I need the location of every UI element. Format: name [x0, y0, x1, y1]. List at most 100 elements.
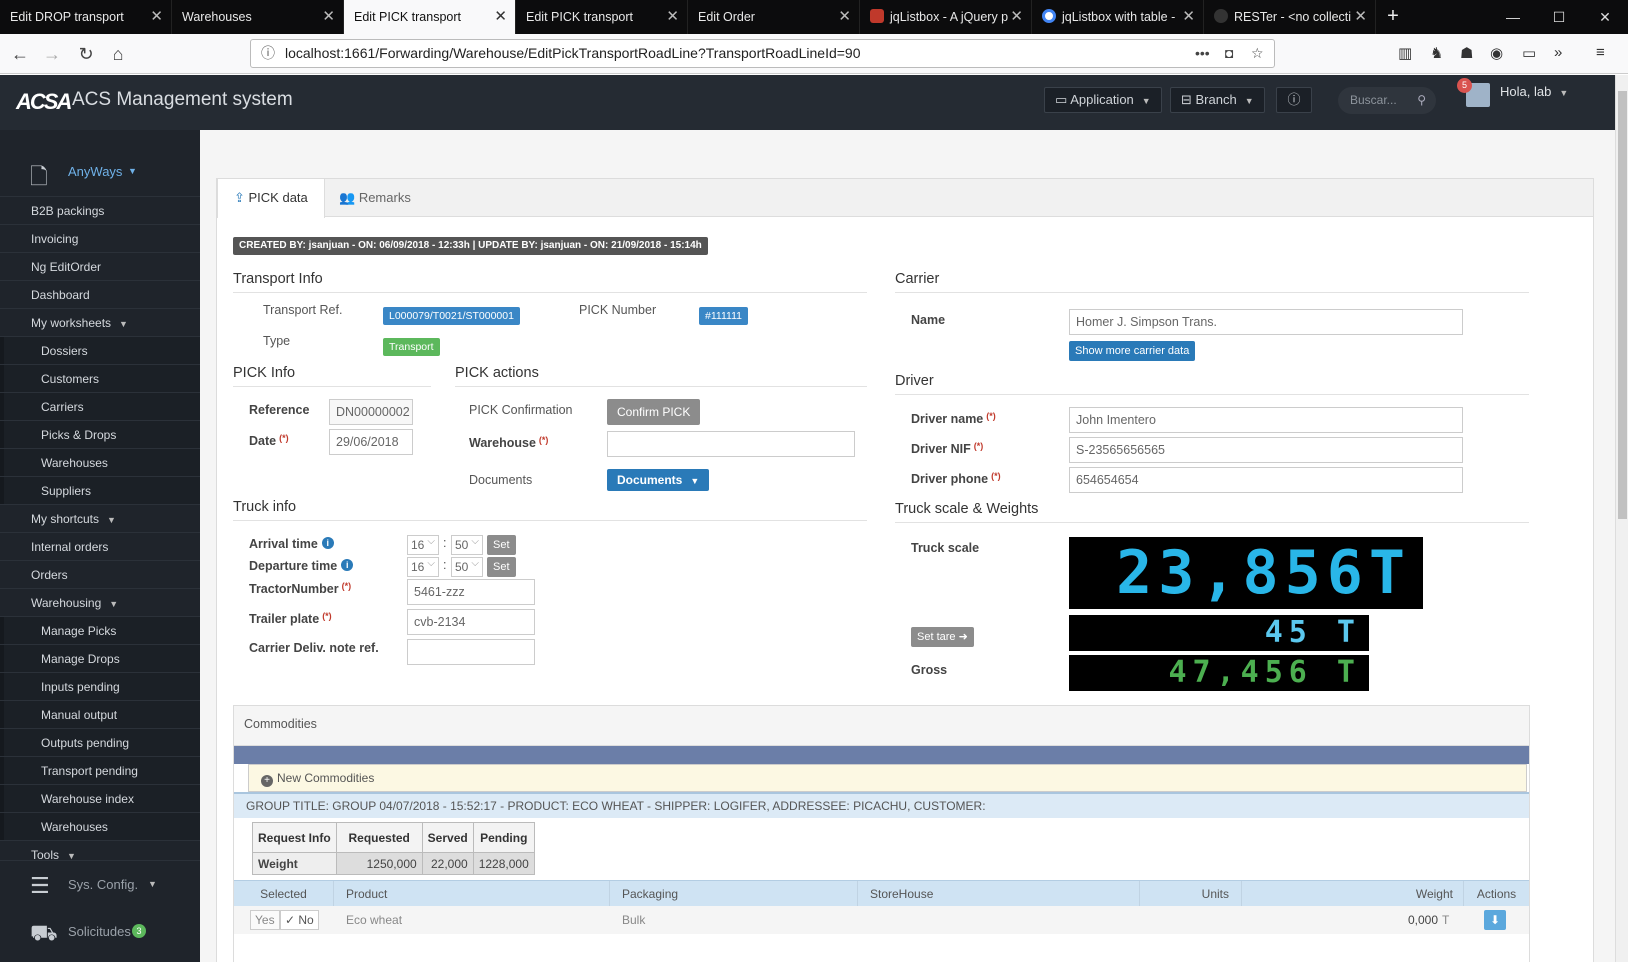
browser-tab[interactable]: Edit DROP transport ✕	[0, 0, 172, 34]
reload-icon[interactable]: ↻	[74, 42, 98, 66]
sidebar-item[interactable]: My shortcuts ▼	[0, 504, 200, 532]
sidebar-item[interactable]: Inputs pending	[0, 672, 200, 701]
window-close-icon[interactable]: ✕	[1582, 0, 1628, 34]
new-commodities-button[interactable]: + New Commodities	[248, 764, 1527, 792]
set-arrival-button[interactable]: Set	[487, 535, 516, 555]
sidebar-item[interactable]: Orders	[0, 560, 200, 588]
close-tab-icon[interactable]: ✕	[322, 0, 335, 34]
column-header[interactable]: Packaging	[610, 881, 858, 907]
close-tab-icon[interactable]: ✕	[150, 0, 163, 34]
menu-hamburger-icon[interactable]: ≡	[1596, 44, 1605, 61]
info-icon[interactable]: i	[341, 559, 354, 571]
select-yes-toggle[interactable]: Yes	[250, 910, 280, 930]
sidebar-item[interactable]: Picks & Drops	[0, 420, 200, 449]
home-icon[interactable]: ⌂	[106, 42, 130, 66]
column-header[interactable]: Units	[1140, 881, 1242, 907]
sidebar-item[interactable]: B2B packings	[0, 196, 200, 224]
sidebar-item[interactable]: Customers	[0, 364, 200, 393]
site-info-icon[interactable]: ⓘ	[261, 40, 275, 67]
sidebar-item[interactable]: Warehousing ▼	[0, 588, 200, 616]
arrival-hour-select[interactable]: 16	[407, 533, 439, 555]
browser-tab[interactable]: Edit Order ✕	[688, 0, 860, 34]
arrival-minute-select[interactable]: 50	[451, 533, 483, 555]
bookmark-star-icon[interactable]: ☆	[1251, 40, 1264, 67]
reference-field[interactable]: DN00000002	[329, 399, 413, 425]
close-tab-icon[interactable]: ✕	[494, 0, 507, 34]
search-icon[interactable]: ⚲	[1417, 87, 1426, 114]
page-actions-icon[interactable]: •••	[1195, 40, 1210, 67]
browser-tab[interactable]: RESTer - <no collecti ✕	[1204, 0, 1376, 34]
column-header[interactable]: Weight	[1242, 881, 1464, 907]
column-header[interactable]: StoreHouse	[858, 881, 1140, 907]
sidebar-item[interactable]: Manual output	[0, 700, 200, 729]
sidebar-item[interactable]: Carriers	[0, 392, 200, 421]
sidebar-item[interactable]: Suppliers	[0, 476, 200, 505]
sidebar-item[interactable]: Manage Picks	[0, 616, 200, 645]
close-tab-icon[interactable]: ✕	[1010, 0, 1023, 34]
back-icon[interactable]: ←	[8, 42, 32, 66]
sidebar-solicitudes[interactable]: ⛟ Solicitudes 3	[0, 908, 200, 956]
browser-tab[interactable]: jqListbox with table - ✕	[1032, 0, 1204, 34]
extension-icon[interactable]: ♞	[1430, 44, 1443, 62]
sidebar-toggle-icon[interactable]: ▭	[1522, 44, 1536, 62]
browser-tab[interactable]: jqListbox - A jQuery p ✕	[860, 0, 1032, 34]
driver-name-field[interactable]: John Imentero	[1069, 407, 1463, 433]
overflow-chevron-icon[interactable]: »	[1554, 44, 1562, 61]
tab-remarks[interactable]: 👥 Remarks	[323, 179, 427, 217]
branch-dropdown[interactable]: ⊟ Branch ▼	[1170, 87, 1265, 113]
extension-icon[interactable]: ◉	[1490, 44, 1503, 62]
sidebar-item[interactable]: Ng EditOrder	[0, 252, 200, 280]
departure-hour-select[interactable]: 16	[407, 555, 439, 577]
extension-icon[interactable]: ☗	[1460, 44, 1473, 62]
new-tab-button[interactable]: +	[1376, 0, 1410, 34]
notification-badge[interactable]: 5	[1457, 78, 1472, 93]
sidebar-item[interactable]: My worksheets ▼	[0, 308, 200, 336]
documents-button[interactable]: Documents ▼	[607, 469, 710, 491]
close-tab-icon[interactable]: ✕	[666, 0, 679, 34]
sidebar-company[interactable]: 🗋 AnyWays ▼	[0, 148, 200, 196]
show-more-carrier-button[interactable]: Show more carrier data	[1069, 341, 1196, 361]
driver-nif-field[interactable]: S-23565656565	[1069, 437, 1463, 463]
maximize-icon[interactable]: ☐	[1536, 0, 1582, 34]
info-icon[interactable]: i	[321, 537, 334, 549]
browser-tab[interactable]: Edit PICK transport ✕	[516, 0, 688, 34]
user-menu[interactable]: Hola, lab ▼	[1500, 84, 1568, 99]
tractor-number-field[interactable]: 5461-zzz	[407, 579, 535, 605]
sidebar-item[interactable]: Invoicing	[0, 224, 200, 252]
minimize-icon[interactable]: —	[1490, 0, 1536, 34]
date-field[interactable]: 29/06/2018	[329, 429, 413, 455]
column-header[interactable]: Selected	[234, 881, 334, 907]
pocket-icon[interactable]: ◘	[1225, 40, 1233, 67]
tab-pick-data[interactable]: ⇪ PICK data	[217, 179, 325, 218]
driver-phone-field[interactable]: 654654654	[1069, 467, 1463, 493]
sidebar-item[interactable]: Dossiers	[0, 336, 200, 365]
sidebar-item[interactable]: Warehouses	[0, 812, 200, 841]
close-tab-icon[interactable]: ✕	[838, 0, 851, 34]
set-tare-button[interactable]: Set tare ➜	[911, 627, 974, 647]
scrollbar-thumb[interactable]	[1618, 91, 1627, 519]
trailer-plate-field[interactable]: cvb-2134	[407, 609, 535, 635]
close-tab-icon[interactable]: ✕	[1354, 0, 1367, 34]
close-tab-icon[interactable]: ✕	[1182, 0, 1195, 34]
row-action-button[interactable]: ⬇	[1484, 910, 1506, 930]
sidebar-item[interactable]: Manage Drops	[0, 644, 200, 673]
confirm-pick-button[interactable]: Confirm PICK	[607, 399, 701, 425]
sidebar-item[interactable]: Transport pending	[0, 756, 200, 785]
url-bar[interactable]: ⓘ localhost:1661/Forwarding/Warehouse/Ed…	[250, 39, 1275, 68]
forward-icon[interactable]: →	[40, 42, 64, 66]
sidebar-item[interactable]: Warehouse index	[0, 784, 200, 813]
departure-minute-select[interactable]: 50	[451, 555, 483, 577]
sidebar-item[interactable]: Dashboard	[0, 280, 200, 308]
column-header[interactable]: Product	[334, 881, 610, 907]
page-scrollbar[interactable]	[1615, 75, 1628, 962]
warehouse-field[interactable]	[607, 431, 855, 457]
sidebar-item[interactable]: Warehouses	[0, 448, 200, 477]
app-logo[interactable]: ACSA	[16, 89, 72, 115]
application-dropdown[interactable]: ▭ Application ▼	[1044, 87, 1162, 113]
set-departure-button[interactable]: Set	[487, 557, 516, 577]
sidebar-sys-config[interactable]: ☰ Sys. Config. ▼	[0, 860, 200, 908]
header-search-input[interactable]: Buscar... ⚲	[1338, 87, 1436, 114]
carrier-name-field[interactable]: Homer J. Simpson Trans.	[1069, 309, 1463, 335]
sidebar-item[interactable]: Outputs pending	[0, 728, 200, 757]
info-button[interactable]: ⓘ	[1276, 87, 1312, 113]
